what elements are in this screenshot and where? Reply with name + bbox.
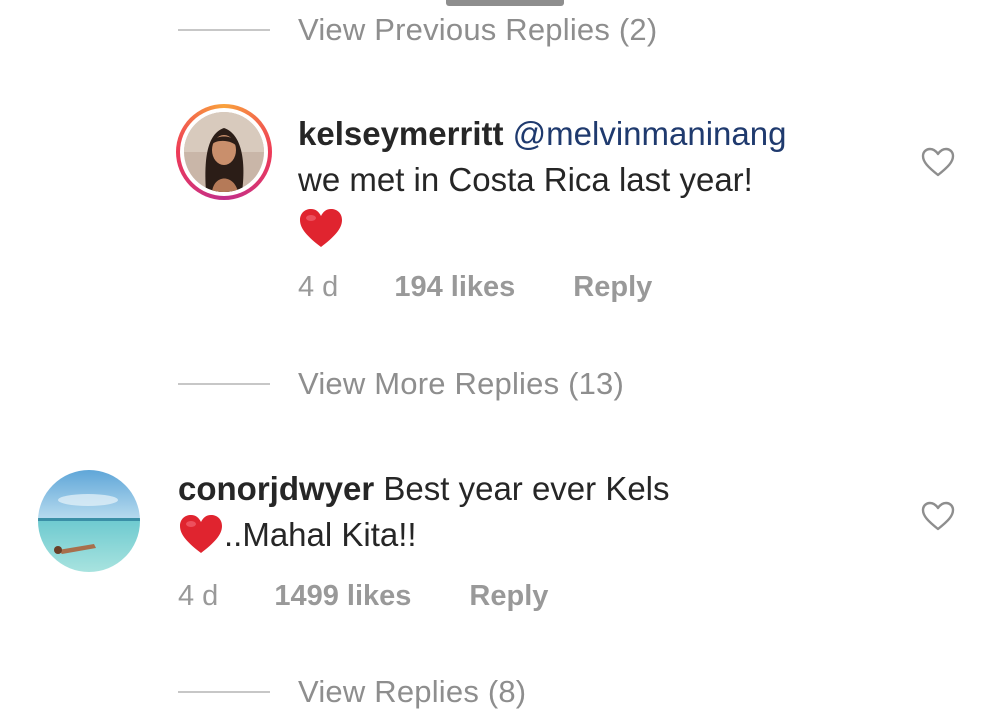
thread-divider-line: [178, 383, 270, 385]
view-more-replies-button[interactable]: View More Replies (13): [178, 366, 624, 402]
red-heart-emoji: [180, 515, 222, 554]
avatar-photo: [184, 112, 264, 192]
view-replies-label: View Replies (8): [298, 674, 527, 709]
heart-outline-icon[interactable]: [920, 146, 956, 178]
reply-button[interactable]: Reply: [573, 271, 652, 304]
profile-photo-woman: [184, 112, 264, 192]
comment-text-block: conorjdwyer Best year ever Kels ..Mahal …: [178, 466, 878, 558]
comment-meta-row: 4 d 1499 likes Reply: [178, 580, 548, 613]
view-more-replies-label: View More Replies (13): [298, 366, 625, 401]
comment-time: 4 d: [178, 580, 219, 612]
thread-divider-line: [178, 691, 270, 693]
comment-meta-row: 4 d 194 likes Reply: [298, 271, 652, 304]
thread-divider-line: [178, 29, 270, 31]
comment-text: we met in Costa Rica last year!: [298, 161, 753, 198]
comment-text-block: kelseymerritt @melvinmaninang we met in …: [298, 111, 898, 249]
reply-button[interactable]: Reply: [469, 580, 548, 613]
comment-text-continued: ..Mahal Kita!!: [224, 516, 417, 553]
avatar-conorjdwyer[interactable]: [38, 470, 140, 572]
avatar-kelseymerritt[interactable]: [176, 104, 272, 200]
top-handle-bar: [446, 0, 564, 6]
comment-time: 4 d: [298, 271, 339, 303]
heart-outline-icon[interactable]: [920, 500, 956, 532]
view-replies-button[interactable]: View Replies (8): [178, 674, 526, 710]
comment-mention[interactable]: @melvinmaninang: [513, 115, 787, 152]
comment-likes[interactable]: 1499 likes: [274, 580, 411, 613]
view-previous-replies-button[interactable]: View Previous Replies (2): [178, 12, 657, 48]
profile-photo-beach: [38, 470, 140, 572]
view-previous-replies-label: View Previous Replies (2): [298, 12, 658, 47]
comment-username[interactable]: kelseymerritt: [298, 115, 503, 152]
comment-username[interactable]: conorjdwyer: [178, 470, 374, 507]
comment-likes[interactable]: 194 likes: [394, 271, 515, 304]
red-heart-emoji: [300, 209, 342, 248]
comment-text: Best year ever Kels: [383, 470, 670, 507]
